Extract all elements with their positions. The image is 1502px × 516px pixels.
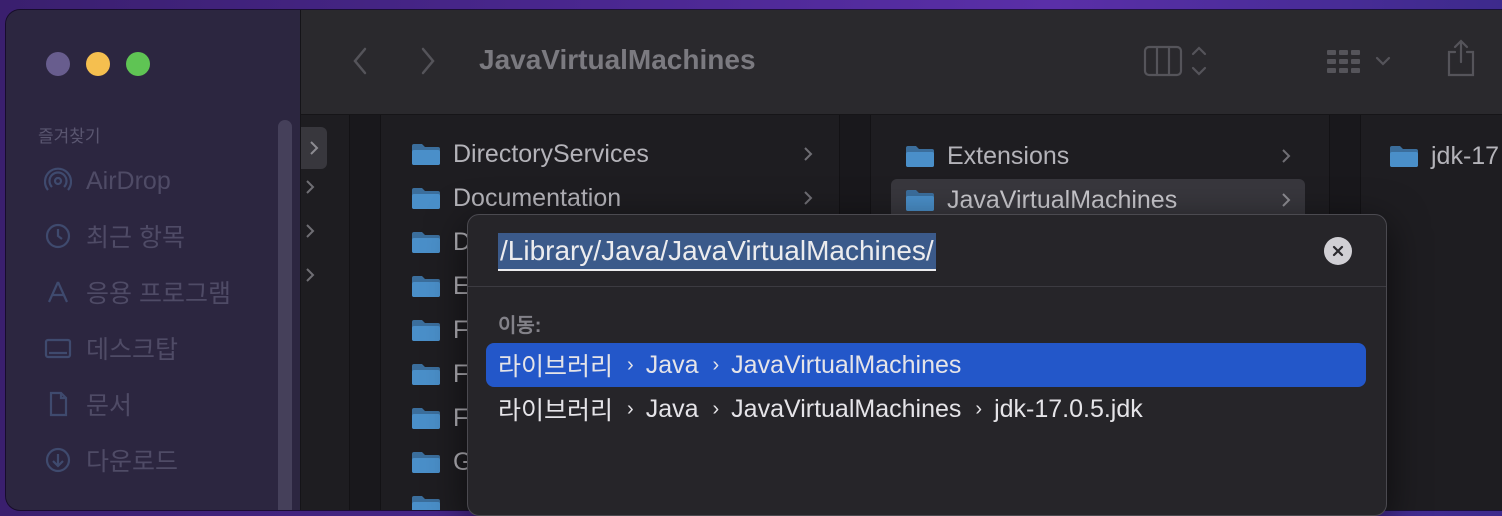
toolbar: JavaVirtualMachines	[301, 10, 1502, 115]
sidebar-scrollbar[interactable]	[278, 120, 292, 510]
sidebar: 즐겨찾기 AirDrop 최근 항목 응용 프로그램 데스크탑 문서 다운로드	[6, 10, 301, 510]
folder-icon	[412, 408, 440, 429]
chevron-right-icon: ›	[712, 397, 720, 420]
folder-icon	[412, 232, 440, 253]
suggestion-item[interactable]: 라이브러리 › Java › JavaVirtualMachines › jdk…	[486, 387, 1366, 431]
folder-icon	[412, 144, 440, 165]
share-icon	[1447, 39, 1475, 77]
column-row[interactable]	[301, 127, 327, 169]
chevron-right-icon: ›	[975, 397, 983, 420]
clock-icon	[44, 222, 72, 250]
document-icon	[44, 390, 72, 418]
path-input[interactable]: /Library/Java/JavaVirtualMachines/	[498, 233, 936, 271]
sidebar-item-label: 다운로드	[86, 448, 179, 476]
divider	[468, 286, 1386, 287]
folder-icon	[1390, 146, 1418, 167]
chevron-right-icon	[1281, 135, 1291, 177]
sidebar-item-desktop[interactable]: 데스크탑	[44, 328, 178, 368]
chevron-right-icon	[305, 179, 315, 200]
column-divider[interactable]	[349, 115, 381, 510]
column-row[interactable]: jdk-17	[1389, 135, 1502, 177]
folder-icon	[412, 364, 440, 385]
chevron-left-icon	[353, 47, 367, 75]
sidebar-item-documents[interactable]: 문서	[44, 384, 132, 424]
column-row[interactable]: Documentation	[411, 177, 813, 219]
sidebar-item-label: AirDrop	[86, 166, 171, 195]
column-0	[301, 115, 345, 510]
columns-view-icon	[1143, 45, 1207, 77]
chevron-right-icon: ›	[627, 397, 634, 420]
airdrop-icon	[44, 167, 72, 195]
folder-icon	[906, 146, 934, 167]
sidebar-item-label: 문서	[86, 392, 133, 420]
sidebar-item-downloads[interactable]: 다운로드	[44, 440, 178, 480]
folder-icon	[412, 276, 440, 297]
folder-icon	[412, 320, 440, 341]
close-icon	[1332, 245, 1344, 257]
clear-button[interactable]	[1324, 237, 1352, 265]
column-row[interactable]: Extensions	[891, 135, 1305, 177]
folder-icon	[412, 496, 440, 510]
chevron-right-icon	[421, 47, 435, 75]
chevron-right-icon	[803, 133, 813, 175]
folder-icon	[412, 452, 440, 473]
close-window-button[interactable]	[46, 52, 70, 76]
sidebar-item-applications[interactable]: 응용 프로그램	[44, 272, 231, 312]
chevron-right-icon	[310, 141, 319, 155]
sidebar-item-label: 최근 항목	[86, 224, 185, 252]
share-button[interactable]	[1445, 38, 1477, 78]
download-icon	[44, 446, 72, 474]
zoom-window-button[interactable]	[126, 52, 150, 76]
minimize-window-button[interactable]	[86, 52, 110, 76]
folder-icon	[906, 190, 934, 211]
chevron-right-icon: ›	[627, 353, 634, 376]
path-input-text[interactable]: /Library/Java/JavaVirtualMachines/	[498, 233, 936, 271]
folder-icon	[412, 188, 440, 209]
column-3: jdk-17	[1389, 115, 1502, 510]
window-title: JavaVirtualMachines	[479, 44, 756, 75]
goto-label: 이동:	[498, 315, 542, 337]
sidebar-item-airdrop[interactable]: AirDrop	[44, 161, 171, 201]
suggestion-item-selected[interactable]: 라이브러리 › Java › JavaVirtualMachines	[486, 343, 1366, 387]
sidebar-item-label: 응용 프로그램	[86, 280, 231, 308]
chevron-right-icon	[305, 267, 315, 288]
forward-button[interactable]	[413, 44, 443, 78]
view-mode-button[interactable]	[1143, 44, 1207, 78]
chevron-right-icon	[305, 223, 315, 244]
applications-icon	[44, 278, 72, 306]
chevron-right-icon: ›	[712, 353, 720, 376]
back-button[interactable]	[345, 44, 375, 78]
chevron-right-icon	[803, 177, 813, 219]
desktop-icon	[44, 334, 72, 362]
column-row[interactable]: DirectoryServices	[411, 133, 813, 175]
group-button[interactable]	[1325, 46, 1393, 78]
sidebar-item-recents[interactable]: 최근 항목	[44, 216, 185, 256]
grid-icon	[1327, 50, 1391, 73]
sidebar-section-favorites: 즐겨찾기	[38, 127, 101, 146]
go-to-folder-dialog: /Library/Java/JavaVirtualMachines/ 이동: 라…	[467, 214, 1387, 516]
sidebar-item-label: 데스크탑	[86, 336, 179, 364]
